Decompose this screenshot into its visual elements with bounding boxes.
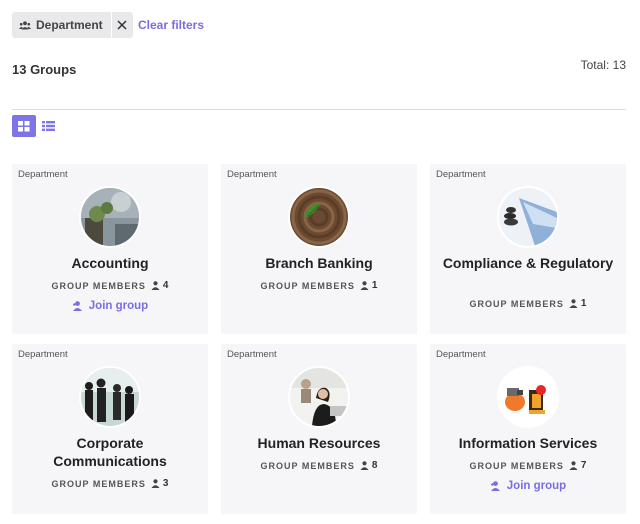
group-avatar <box>79 366 141 428</box>
group-name: Corporate Communications <box>53 435 167 469</box>
member-count: 1 <box>371 280 378 291</box>
list-view-button[interactable] <box>38 115 58 137</box>
group-type: Department <box>436 169 486 180</box>
member-count-wrap: 7 <box>569 460 587 471</box>
group-members: GROUP MEMBERS 3 <box>12 478 208 489</box>
member-count-wrap: 3 <box>151 478 169 489</box>
member-count-wrap: 4 <box>151 280 169 291</box>
group-type: Department <box>18 349 68 360</box>
member-count-wrap: 1 <box>360 280 378 291</box>
members-label: GROUP MEMBERS <box>260 460 355 471</box>
add-user-icon <box>72 301 82 311</box>
group-card-human-resources[interactable]: Department Human Resources GROUP MEMBERS… <box>221 344 417 514</box>
person-icon <box>151 479 160 488</box>
group-card-information-services[interactable]: Department Information Services GROUP ME… <box>430 344 626 514</box>
group-members: GROUP MEMBERS 8 <box>221 460 417 471</box>
person-icon <box>569 299 578 308</box>
member-count-wrap: 8 <box>360 460 378 471</box>
remove-filter-button[interactable] <box>110 12 133 38</box>
group-members: GROUP MEMBERS 7 <box>430 460 626 471</box>
group-name: Accounting <box>71 255 149 271</box>
members-label: GROUP MEMBERS <box>51 478 146 489</box>
grid-view-button[interactable] <box>12 115 36 137</box>
groups-count: 13 Groups <box>12 62 77 77</box>
join-group-label: Join group <box>88 300 149 312</box>
members-label: GROUP MEMBERS <box>260 280 355 291</box>
group-name: Information Services <box>458 435 598 451</box>
member-count: 8 <box>371 460 378 471</box>
person-icon <box>360 461 369 470</box>
person-icon <box>569 461 578 470</box>
grid-icon <box>18 120 30 131</box>
members-label: GROUP MEMBERS <box>469 460 564 471</box>
member-count: 7 <box>580 460 587 471</box>
person-icon <box>151 281 160 290</box>
group-avatar <box>79 186 141 248</box>
group-members: GROUP MEMBERS 1 <box>430 298 626 309</box>
group-avatar <box>288 366 350 428</box>
group-avatar <box>288 186 350 248</box>
group-card-compliance-regulatory[interactable]: Department Compliance & Regulatory GROUP… <box>430 164 626 334</box>
group-name: Compliance & Regulatory <box>442 255 614 271</box>
group-name: Human Resources <box>257 435 381 451</box>
total-count: Total: 13 <box>580 58 626 72</box>
group-type: Department <box>18 169 68 180</box>
filter-chip-label: Department <box>36 18 103 32</box>
group-card-branch-banking[interactable]: Department Branch Banking GROUP MEMBERS … <box>221 164 417 334</box>
join-group-button[interactable]: Join group <box>12 300 208 312</box>
members-label: GROUP MEMBERS <box>51 280 146 291</box>
group-icon <box>19 20 31 29</box>
filter-chip-label-wrap: Department <box>12 12 111 38</box>
member-count: 1 <box>580 298 587 309</box>
group-name: Branch Banking <box>265 255 373 271</box>
members-label: GROUP MEMBERS <box>469 298 564 309</box>
join-group-label: Join group <box>506 480 567 492</box>
group-type: Department <box>227 169 277 180</box>
group-avatar <box>497 186 559 248</box>
person-icon <box>360 281 369 290</box>
add-user-icon <box>490 481 500 491</box>
member-count: 3 <box>162 478 169 489</box>
group-members: GROUP MEMBERS 1 <box>221 280 417 291</box>
department-filter-chip: Department <box>12 12 133 38</box>
close-icon <box>117 20 127 30</box>
group-type: Department <box>436 349 486 360</box>
member-count: 4 <box>162 280 169 291</box>
join-group-button[interactable]: Join group <box>430 480 626 492</box>
group-members: GROUP MEMBERS 4 <box>12 280 208 291</box>
divider <box>12 109 626 110</box>
clear-filters-link[interactable]: Clear filters <box>138 18 204 32</box>
group-type: Department <box>227 349 277 360</box>
group-card-corporate-communications[interactable]: Department Corporate Communications GROU… <box>12 344 208 514</box>
group-card-accounting[interactable]: Department Accounting GROUP MEMBERS 4 Jo… <box>12 164 208 334</box>
groups-grid: Department Accounting GROUP MEMBERS 4 Jo… <box>12 164 626 514</box>
group-avatar <box>497 366 559 428</box>
list-icon <box>41 121 55 131</box>
member-count-wrap: 1 <box>569 298 587 309</box>
